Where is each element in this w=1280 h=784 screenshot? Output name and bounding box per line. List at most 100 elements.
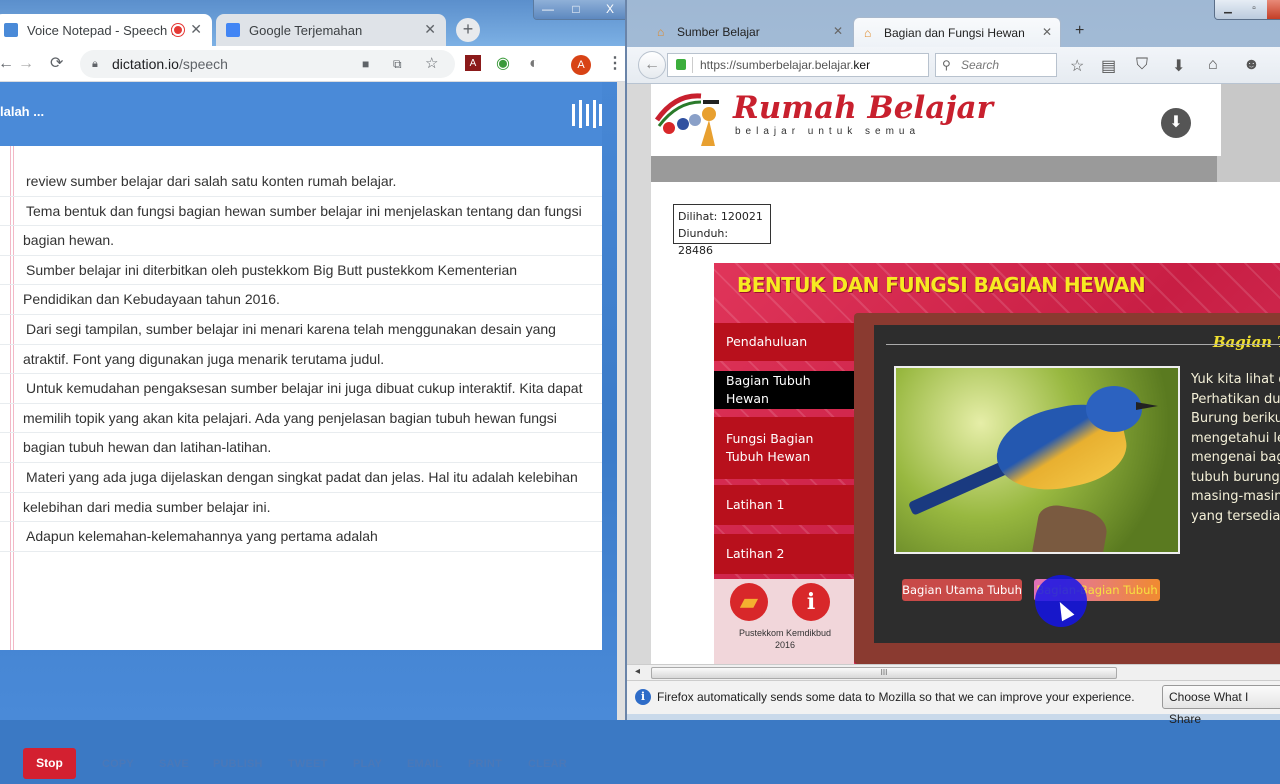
circle-extension-icon[interactable]: ◐ <box>529 55 539 73</box>
site-tagline: belajar untuk semua <box>735 126 921 137</box>
recording-indicator-icon <box>172 24 184 36</box>
dictation-line: Tema bentuk dan fungsi bagian hewan sumb… <box>0 197 602 227</box>
chat-icon[interactable]: ☻ <box>1243 56 1260 74</box>
print-button[interactable]: PRINT <box>468 758 502 770</box>
back-button[interactable]: ← <box>638 51 666 79</box>
dictation-line: Pendidikan dan Kebudayaan tahun 2016. <box>0 285 602 315</box>
menu-pendahuluan[interactable]: Pendahuluan <box>714 323 854 361</box>
download-icon[interactable]: ⬇ <box>1161 108 1191 138</box>
tab-google-terjemahan[interactable]: Google Terjemahan ✕ <box>216 14 446 46</box>
close-tab-icon[interactable]: ✕ <box>833 24 843 38</box>
copy-button[interactable]: COPY <box>102 758 134 770</box>
publish-button[interactable]: PUBLISH <box>213 758 263 770</box>
search-input[interactable]: ⚲ Search <box>935 53 1057 77</box>
forward-icon[interactable]: → <box>18 55 34 73</box>
dictation-editor[interactable]: review sumber belajar dari salah satu ko… <box>0 146 602 779</box>
bird-image <box>894 366 1180 554</box>
chrome-tab-strip: Voice Notepad - Speech to ✕ Google Terje… <box>0 0 631 46</box>
maximize-button[interactable]: □ <box>562 0 590 19</box>
email-button[interactable]: EMAIL <box>407 758 442 770</box>
url-domain: ker <box>853 58 871 72</box>
url-path: /speech <box>178 56 228 72</box>
reading-list-icon[interactable]: ▤ <box>1101 56 1116 76</box>
notice-text: Firefox automatically sends some data to… <box>657 690 1135 704</box>
tab-bagian-dan-fungsi-hewan[interactable]: ⌂ Bagian dan Fungsi Hewan ✕ <box>853 17 1061 47</box>
globe-extension-icon[interactable]: ◉ <box>496 55 510 73</box>
pocket-icon[interactable]: ⛉ <box>1136 56 1148 74</box>
dictation-line: Sumber belajar ini diterbitkan oleh pust… <box>0 256 602 286</box>
google-translate-favicon-icon <box>226 23 240 37</box>
play-button[interactable]: PLAY <box>353 758 382 770</box>
bookmark-star-icon[interactable]: ☆ <box>1070 56 1084 76</box>
close-tab-icon[interactable]: ✕ <box>424 21 436 38</box>
close-window-button[interactable] <box>1267 0 1280 19</box>
dictation-line: Adapun kelemahan-kelemahannya yang perta… <box>0 522 602 552</box>
horizontal-scrollbar[interactable]: ◂ III <box>627 664 1280 680</box>
translate-icon[interactable]: ⧉ <box>393 50 402 78</box>
menu-bagian-tubuh-hewan[interactable]: Bagian Tubuh Hewan <box>714 371 854 409</box>
site-title: Rumah Belajar <box>733 90 993 126</box>
dictation-line: Dari segi tampilan, sumber belajar ini m… <box>0 315 602 345</box>
info-icon: i <box>635 689 651 705</box>
tab-label: Sumber Belajar <box>677 25 760 39</box>
download-icon[interactable]: ⬇ <box>1172 56 1185 76</box>
save-button[interactable]: SAVE <box>159 758 189 770</box>
rumah-belajar-favicon-icon: ⌂ <box>657 25 665 39</box>
views-count: Dilihat: 120021 <box>678 210 763 223</box>
menu-fungsi-bagian-tubuh-hewan[interactable]: Fungsi Bagian Tubuh Hewan <box>714 417 854 479</box>
menu-icon[interactable]: ⋮ <box>607 55 623 73</box>
telemetry-notice-bar: i Firefox automatically sends some data … <box>627 680 1280 726</box>
maximize-button[interactable]: ▫ <box>1241 0 1267 19</box>
window-controls: — □ X <box>533 0 631 20</box>
reload-icon[interactable]: ⟳ <box>50 55 63 73</box>
tab-sumber-belajar[interactable]: ⌂ Sumber Belajar ✕ <box>647 17 851 47</box>
secure-lock-icon <box>676 59 686 70</box>
module-credit: Pustekkom Kemdikbud 2016 <box>738 628 832 650</box>
camera-icon[interactable]: ■ <box>362 50 369 78</box>
close-window-button[interactable]: X <box>590 0 630 19</box>
info-icon[interactable]: i <box>792 583 830 621</box>
site-nav-bar <box>651 156 1217 182</box>
board-description: Yuk kita lihat d Perhatikan dul Burung b… <box>1191 372 1280 524</box>
rumah-belajar-logo-icon[interactable] <box>655 90 727 148</box>
address-bar[interactable]: 🔒︎ dictation.io/speech ■ ⧉ ☆ <box>80 50 455 78</box>
chrome-toolbar: ← → ⟳ 🔒︎ dictation.io/speech ■ ⧉ ☆ A ◉ ◐… <box>0 46 625 82</box>
minimize-button[interactable]: — <box>534 0 562 19</box>
dictation-app-bar: lalah ... <box>0 82 602 146</box>
stop-button[interactable]: Stop <box>23 748 76 779</box>
firefox-window: ⌂ Sumber Belajar ✕ ⌂ Bagian dan Fungsi H… <box>625 0 1280 726</box>
module-footer: ▰ i Pustekkom Kemdikbud 2016 <box>714 579 854 664</box>
bagian-utama-tubuh-button[interactable]: Bagian Utama Tubuh <box>902 579 1022 601</box>
profile-avatar[interactable]: A <box>571 55 591 75</box>
url-bar[interactable]: https://sumberbelajar.belajar.ker ↻ <box>667 53 929 77</box>
tab-label: Voice Notepad - Speech to <box>27 22 182 38</box>
pdf-extension-icon[interactable]: A <box>465 55 481 71</box>
dictation-line: bagian hewan. <box>0 226 602 256</box>
url-prefix: https://sumberbelajar.belajar. <box>700 58 854 72</box>
book-icon[interactable]: ▰ <box>730 583 768 621</box>
scrollbar-thumb[interactable]: III <box>651 667 1117 679</box>
tab-voice-notepad[interactable]: Voice Notepad - Speech to ✕ <box>0 14 212 46</box>
back-icon[interactable]: ← <box>0 55 14 73</box>
close-tab-icon[interactable]: ✕ <box>1042 25 1052 39</box>
new-tab-button[interactable]: + <box>1075 22 1084 40</box>
clear-button[interactable]: CLEAR <box>528 758 567 770</box>
scroll-left-icon[interactable]: ◂ <box>635 666 640 677</box>
menu-latihan-1[interactable]: Latihan 1 <box>714 485 854 525</box>
menu-latihan-2[interactable]: Latihan 2 <box>714 534 854 574</box>
lock-icon: 🔒︎ <box>92 58 98 70</box>
vertical-scrollbar[interactable] <box>617 82 625 720</box>
voice-notepad-favicon-icon <box>4 23 18 37</box>
home-icon[interactable]: ⌂ <box>1208 56 1218 74</box>
new-tab-button[interactable]: + <box>456 18 480 42</box>
window-controls: ▁ ▫ <box>1214 0 1280 20</box>
star-icon[interactable]: ☆ <box>425 50 438 78</box>
close-tab-icon[interactable]: ✕ <box>190 21 202 38</box>
search-placeholder: Search <box>961 58 1000 72</box>
board-heading: Bagian Tu <box>1212 333 1280 351</box>
minimize-button[interactable]: ▁ <box>1215 0 1241 19</box>
choose-what-i-share-button[interactable]: Choose What I Share <box>1162 685 1280 726</box>
tweet-button[interactable]: TWEET <box>288 758 328 770</box>
dictation-line: kelebihan dari media sumber belajar ini. <box>0 493 602 523</box>
dictation-line: Untuk kemudahan pengaksesan sumber belaj… <box>0 374 602 404</box>
